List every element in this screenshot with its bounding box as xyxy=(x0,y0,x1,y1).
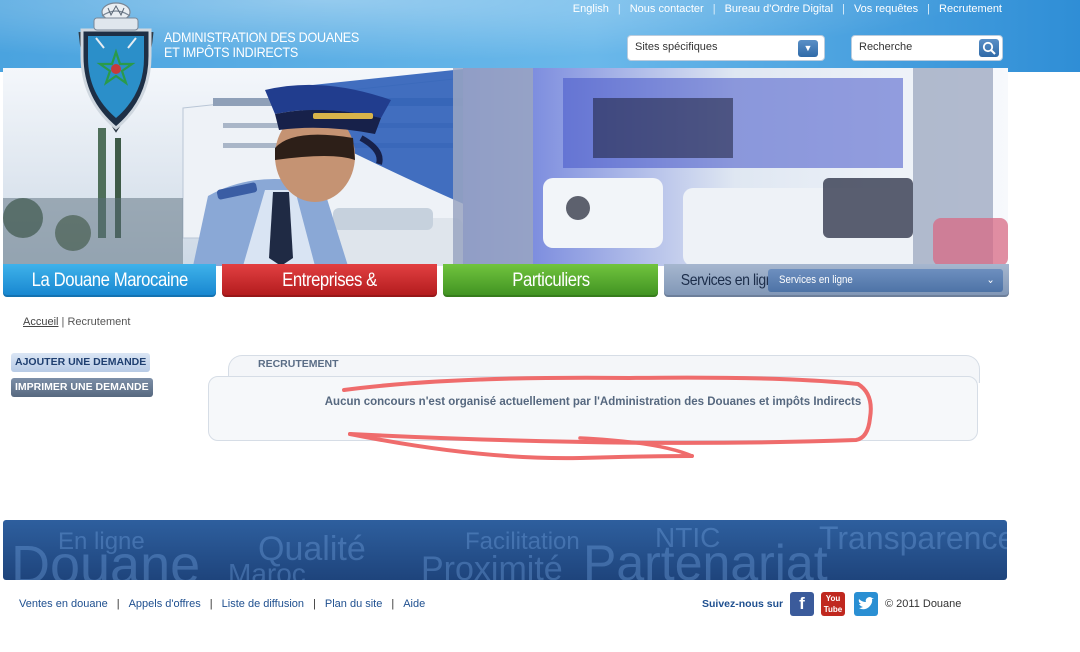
copyright-text: © 2011 Douane xyxy=(885,598,962,610)
org-title-line2: et Impôts Indirects xyxy=(164,44,298,60)
separator: | xyxy=(313,598,316,610)
no-competition-message: Aucun concours n'est organisé actuelleme… xyxy=(324,396,862,408)
band-word: Maroc xyxy=(228,558,306,580)
separator: | xyxy=(842,3,845,15)
sites-select-value: Sites spécifiques xyxy=(635,41,718,53)
footer-link-ventes[interactable]: Ventes en douane xyxy=(19,598,108,610)
link-nous-contacter[interactable]: Nous contacter xyxy=(630,3,704,15)
chevron-down-icon: ⌄ xyxy=(986,274,995,286)
search-placeholder: Recherche xyxy=(859,41,913,53)
youtube-icon-text: Tube xyxy=(823,605,843,614)
breadcrumb-current: Recrutement xyxy=(67,316,131,328)
tab-label: Entreprises & Professionnels xyxy=(277,270,382,324)
services-label: Services en ligne xyxy=(680,272,781,289)
sites-specifiques-select[interactable]: Sites spécifiques ▼ xyxy=(627,35,825,61)
search-input[interactable]: Recherche xyxy=(851,35,1003,61)
tab-la-douane-marocaine[interactable]: La Douane Marocaine xyxy=(3,264,216,297)
separator: | xyxy=(391,598,395,610)
breadcrumb-home-link[interactable]: Accueil xyxy=(23,316,58,328)
tab-entreprises-professionnels[interactable]: Entreprises & Professionnels xyxy=(222,264,437,324)
follow-us-label: Suivez-nous sur xyxy=(702,598,784,610)
search-button[interactable] xyxy=(979,39,999,57)
search-icon xyxy=(982,41,996,55)
tab-label: La Douane Marocaine xyxy=(31,270,188,291)
footer-link-appels[interactable]: Appels d'offres xyxy=(129,598,201,610)
footer-link-diffusion[interactable]: Liste de diffusion xyxy=(222,598,304,610)
band-word: Douane xyxy=(11,535,201,580)
youtube-icon-text: You xyxy=(825,594,841,603)
customs-emblem-logo[interactable] xyxy=(74,2,158,134)
tab-particuliers[interactable]: Particuliers xyxy=(443,264,658,297)
twitter-icon[interactable] xyxy=(854,592,878,616)
band-word: Partenariat xyxy=(583,535,828,580)
content-panel xyxy=(208,376,978,441)
youtube-icon[interactable]: You Tube xyxy=(821,592,845,616)
print-request-button[interactable]: Imprimer une demande xyxy=(11,378,153,397)
breadcrumb-separator: | xyxy=(61,316,65,328)
separator: | xyxy=(927,3,931,15)
values-band: En ligne Douane Qualité Maroc Facilitati… xyxy=(3,520,1007,580)
add-request-button[interactable]: Ajouter une demande xyxy=(11,353,151,372)
services-select-value: Services en ligne xyxy=(779,274,853,286)
band-word: Proximité xyxy=(421,550,563,580)
band-word: Transparence xyxy=(819,520,1007,556)
separator: | xyxy=(712,3,716,15)
chevron-down-icon[interactable]: ▼ xyxy=(798,40,818,57)
footer-link-aide[interactable]: Aide xyxy=(403,598,425,610)
separator: | xyxy=(617,3,621,15)
tab-label: Particuliers xyxy=(511,270,590,291)
main-navigation-tabs: La Douane Marocaine Entreprises & Profes… xyxy=(3,264,1009,324)
link-bureau-ordre-digital[interactable]: Bureau d'Ordre Digital xyxy=(725,3,834,15)
tab-services-en-ligne: Services en ligne Services en ligne ⌄ xyxy=(664,264,1009,297)
breadcrumb: Accueil | Recrutement xyxy=(23,316,130,328)
facebook-icon[interactable]: f xyxy=(790,592,814,616)
footer-link-plan[interactable]: Plan du site xyxy=(325,598,382,610)
panel-title: RECRUTEMENT xyxy=(258,358,339,370)
link-vos-requetes[interactable]: Vos requêtes xyxy=(854,3,918,15)
twitter-bird-icon xyxy=(858,597,874,610)
org-title-line1: Administration des Douanes xyxy=(164,29,360,45)
link-english[interactable]: English xyxy=(573,3,609,15)
separator: | xyxy=(209,598,213,610)
link-recrutement[interactable]: Recrutement xyxy=(939,3,1002,15)
separator: | xyxy=(116,598,120,610)
top-navigation: English | Nous contacter | Bureau d'Ordr… xyxy=(573,3,1002,15)
organization-title: Administration des Douanes et Impôts Ind… xyxy=(164,30,359,60)
footer-links: Ventes en douane | Appels d'offres | Lis… xyxy=(19,598,425,610)
services-en-ligne-select[interactable]: Services en ligne ⌄ xyxy=(768,269,1003,292)
